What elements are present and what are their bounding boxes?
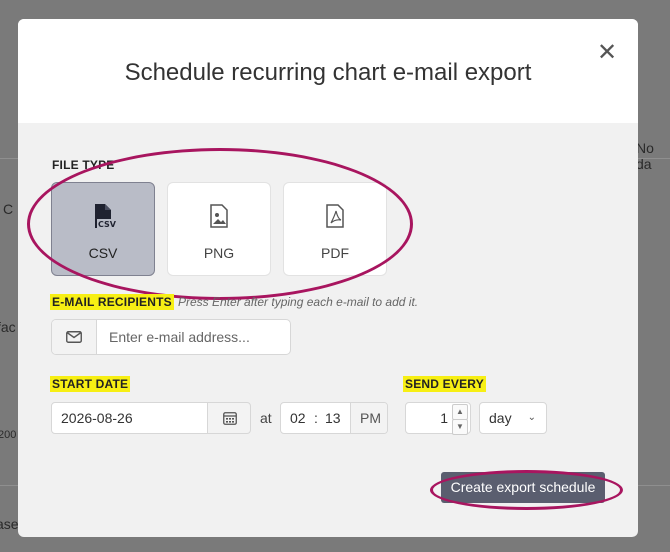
file-type-png[interactable]: PNG [167, 182, 271, 276]
close-icon[interactable]: ✕ [596, 41, 618, 65]
minute-field[interactable]: 13 [325, 410, 341, 426]
envelope-icon [66, 331, 82, 343]
file-type-png-label: PNG [203, 245, 235, 261]
file-type-pdf[interactable]: PDF [283, 182, 387, 276]
file-type-csv[interactable]: CSV CSV [51, 182, 155, 276]
increment-icon[interactable]: ▲ [452, 404, 468, 420]
send-every-stepper[interactable]: 1 ▲ ▼ [405, 402, 471, 435]
send-every-label-text: SEND EVERY [403, 376, 486, 392]
ampm-toggle[interactable]: PM [350, 403, 387, 433]
file-type-label: FILE TYPE [52, 158, 115, 172]
email-recipients-label: E-MAIL RECIPIENTS [50, 294, 174, 310]
pdf-file-icon [326, 204, 344, 228]
time-picker: 02 : 13 PM [280, 402, 388, 434]
csv-file-icon: CSV [95, 204, 117, 229]
svg-text:CSV: CSV [98, 220, 117, 229]
export-schedule-dialog: Schedule recurring chart e-mail export ✕… [18, 19, 638, 537]
send-every-unit-select[interactable]: day ⌄ [479, 402, 547, 434]
send-every-value: 1 [440, 410, 448, 426]
background-text: C [3, 201, 14, 217]
background-text: fac [0, 319, 16, 335]
dialog-header: Schedule recurring chart e-mail export ✕ [18, 19, 638, 123]
file-type-csv-label: CSV [88, 245, 118, 261]
email-recipients-label-text: E-MAIL RECIPIENTS [50, 294, 174, 310]
create-export-schedule-button[interactable]: Create export schedule [441, 472, 605, 503]
email-input-group [51, 319, 291, 355]
file-type-pdf-label: PDF [321, 245, 349, 261]
time-separator: : [314, 410, 318, 426]
background-text: No da [636, 140, 654, 172]
background-text: 200 [0, 429, 17, 441]
at-label: at [260, 410, 272, 426]
start-date-input[interactable]: 2026-08-26 [51, 402, 208, 434]
start-date-label: START DATE [50, 376, 131, 392]
calendar-button[interactable] [207, 402, 251, 434]
send-every-label: SEND EVERY [403, 376, 486, 392]
email-field[interactable] [97, 320, 287, 354]
background-text: ase [0, 516, 19, 532]
send-every-unit: day [489, 410, 512, 426]
start-date-label-text: START DATE [50, 376, 131, 392]
image-file-icon [210, 204, 228, 228]
hour-field[interactable]: 02 [290, 410, 306, 426]
decrement-icon[interactable]: ▼ [452, 419, 468, 435]
calendar-icon [223, 412, 237, 425]
email-addon [52, 320, 97, 354]
email-recipients-hint: Press Enter after typing each e-mail to … [178, 295, 419, 309]
dialog-title: Schedule recurring chart e-mail export [124, 59, 532, 86]
chevron-down-icon: ⌄ [527, 412, 536, 423]
